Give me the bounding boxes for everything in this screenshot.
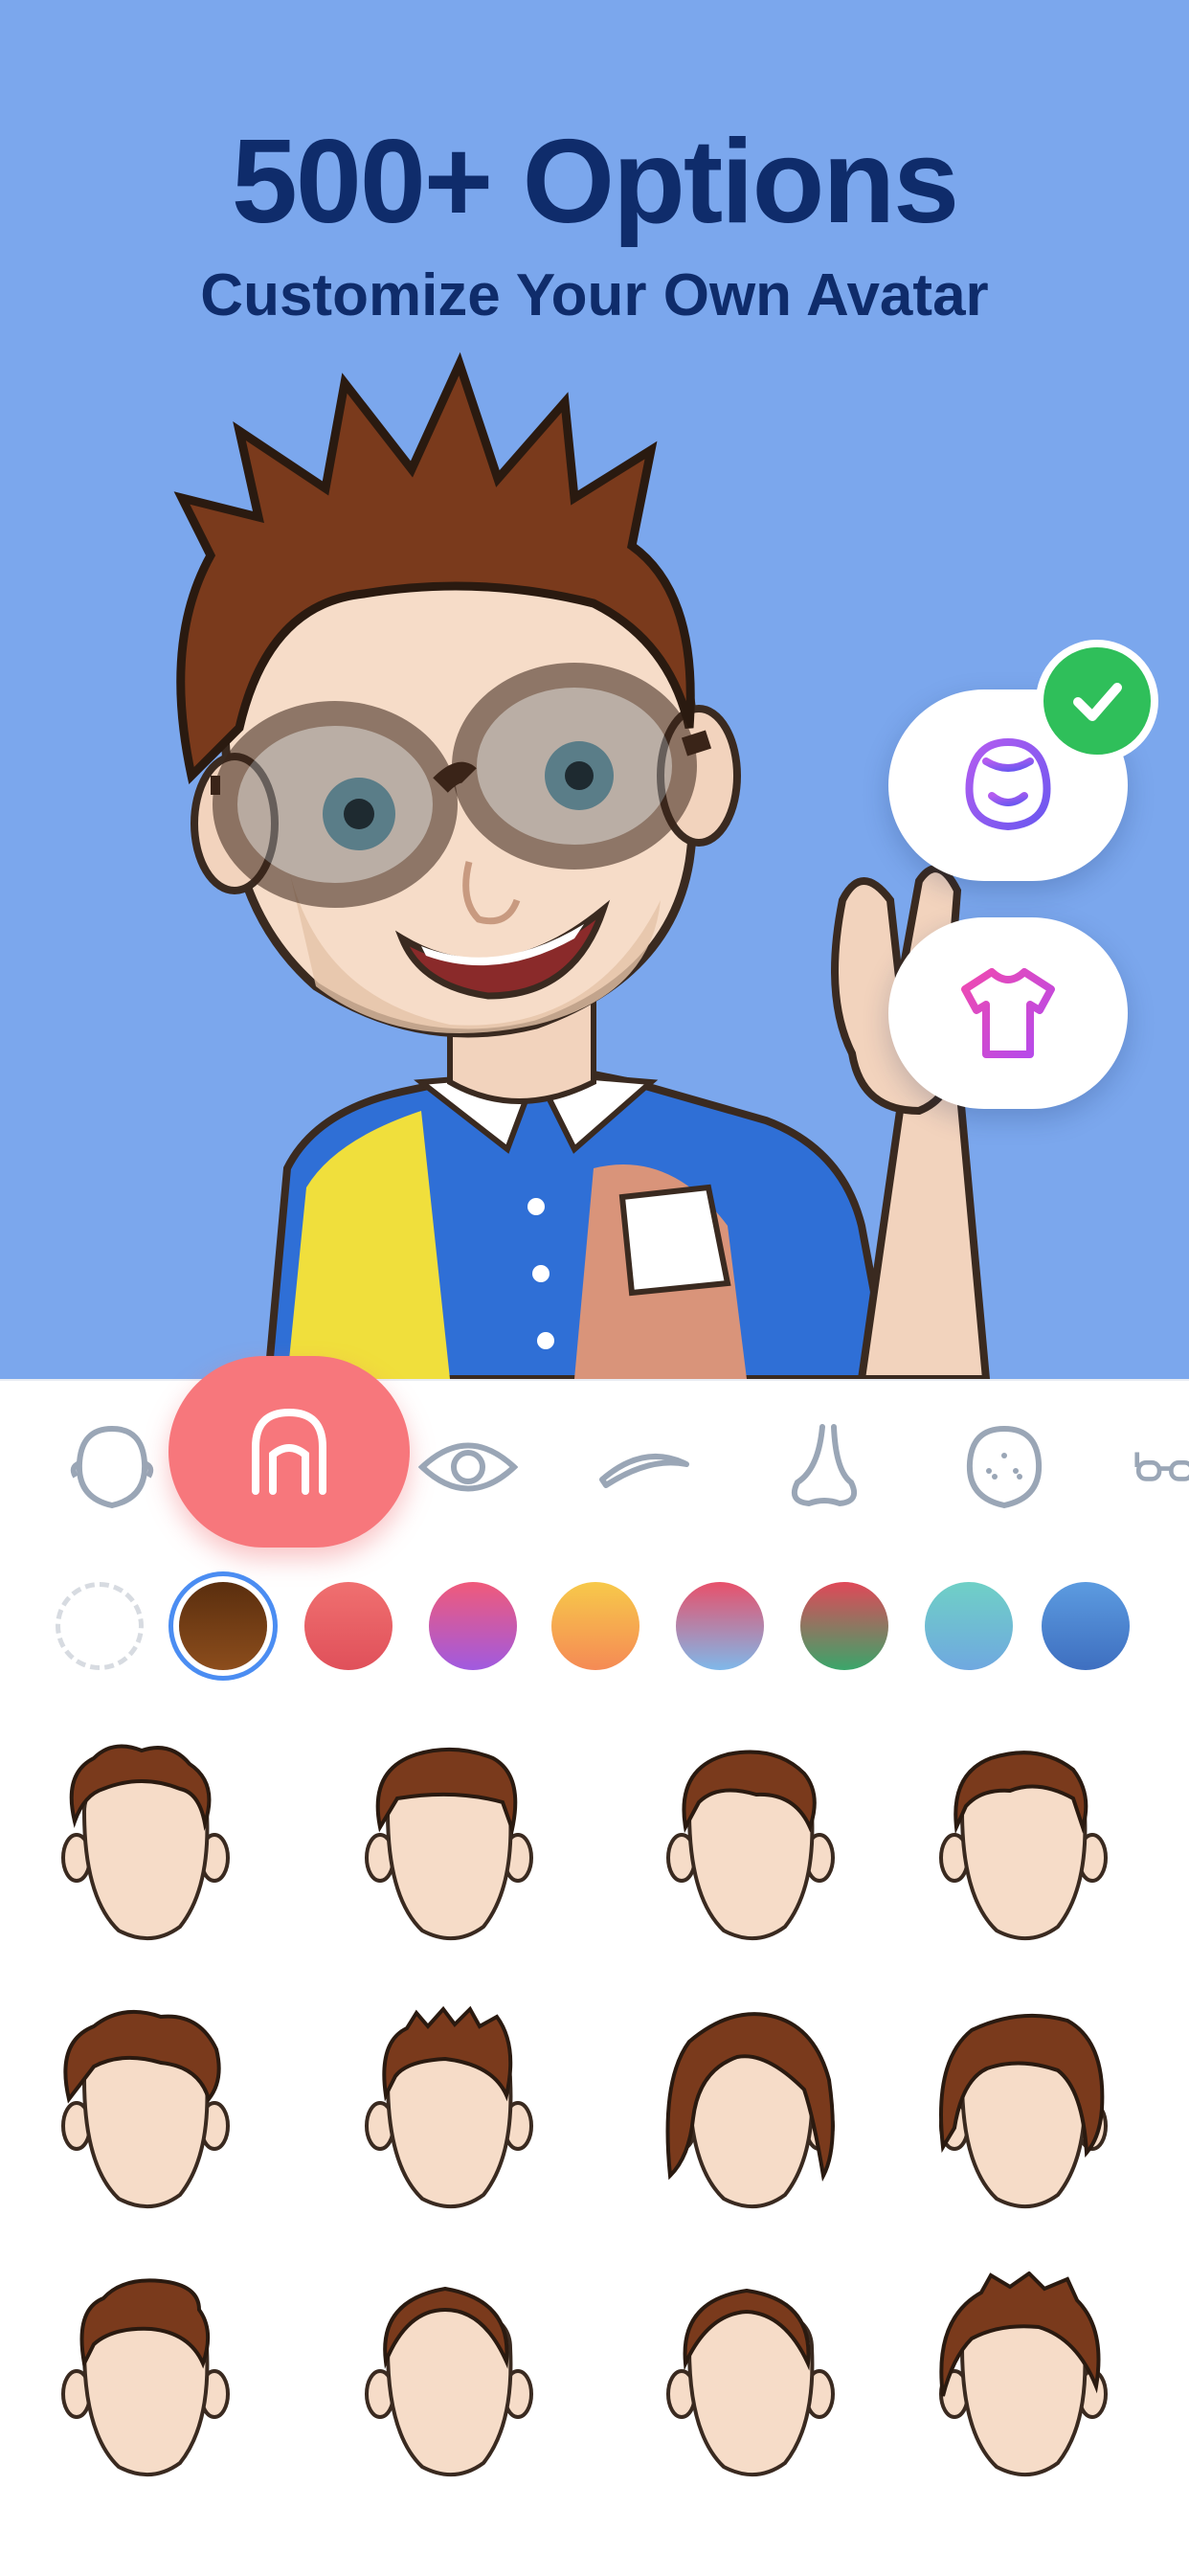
hair-icon xyxy=(252,1408,326,1495)
hair-preview-icon xyxy=(666,1750,835,1941)
hair-preview-icon xyxy=(365,1747,533,1941)
hair-style-spiky-crop[interactable] xyxy=(359,2003,560,2233)
hair-style-classic-part[interactable] xyxy=(933,1735,1134,1965)
hair-style-curly-volume[interactable] xyxy=(56,2003,257,2233)
eye-icon[interactable] xyxy=(415,1421,521,1513)
freckles-icon[interactable] xyxy=(952,1421,1057,1513)
color-swatches xyxy=(0,1582,1189,1687)
outfit-mode-button[interactable] xyxy=(888,917,1128,1109)
customization-panel xyxy=(0,1356,1189,2576)
hero-banner: 500+ Options Customize Your Own Avatar xyxy=(0,0,1189,1379)
selected-check-badge xyxy=(1036,640,1158,762)
hair-style-side-swept[interactable] xyxy=(661,1735,862,1965)
hair-preview-icon xyxy=(61,2278,230,2477)
hair-style-bowl-cut[interactable] xyxy=(359,1735,560,1965)
hair-style-twists[interactable] xyxy=(933,2271,1134,2501)
hair-preview-icon xyxy=(939,2271,1108,2477)
nose-icon[interactable] xyxy=(772,1421,877,1513)
hair-preview-icon xyxy=(61,1744,230,1941)
hair-preview-icon xyxy=(365,2005,533,2209)
category-tabs xyxy=(0,1356,1189,1548)
hair-preview-icon xyxy=(365,2286,533,2477)
hair-preview-icon xyxy=(939,2013,1108,2209)
color-swatch-blue[interactable] xyxy=(1042,1582,1130,1670)
glasses-icon[interactable] xyxy=(1130,1421,1189,1513)
headline: 500+ Options xyxy=(231,116,959,248)
color-swatch-coral[interactable] xyxy=(304,1582,393,1670)
color-swatch-pink-blue[interactable] xyxy=(676,1582,764,1670)
color-swatch-red-green[interactable] xyxy=(800,1582,888,1670)
hair-style-shaggy-medium[interactable] xyxy=(933,2003,1134,2233)
hair-preview-icon xyxy=(61,2009,230,2209)
hair-style-long-bob[interactable] xyxy=(661,2003,862,2233)
color-swatch-pink-purple[interactable] xyxy=(429,1582,517,1670)
eyebrow-icon[interactable] xyxy=(592,1421,697,1513)
subheadline: Customize Your Own Avatar xyxy=(200,262,989,328)
face-shape-icon[interactable] xyxy=(59,1421,165,1513)
hair-style-curly-short[interactable] xyxy=(56,1735,257,1965)
color-swatch-none[interactable] xyxy=(56,1582,144,1670)
face-icon xyxy=(965,737,1051,831)
hair-style-cornrows[interactable] xyxy=(359,2271,560,2501)
shirt-icon xyxy=(961,968,1055,1058)
color-swatch-orange-yellow[interactable] xyxy=(551,1582,639,1670)
hair-preview-icon xyxy=(666,2288,835,2477)
hair-preview-icon xyxy=(665,2012,835,2209)
hair-preview-icon xyxy=(939,1751,1108,1941)
color-swatch-teal[interactable] xyxy=(925,1582,1013,1670)
color-swatch-brown[interactable] xyxy=(179,1582,267,1670)
hair-style-braids-beads[interactable] xyxy=(661,2271,862,2501)
hair-style-quiff[interactable] xyxy=(56,2271,257,2501)
tab-hair[interactable] xyxy=(168,1356,410,1548)
check-icon xyxy=(1073,683,1122,721)
